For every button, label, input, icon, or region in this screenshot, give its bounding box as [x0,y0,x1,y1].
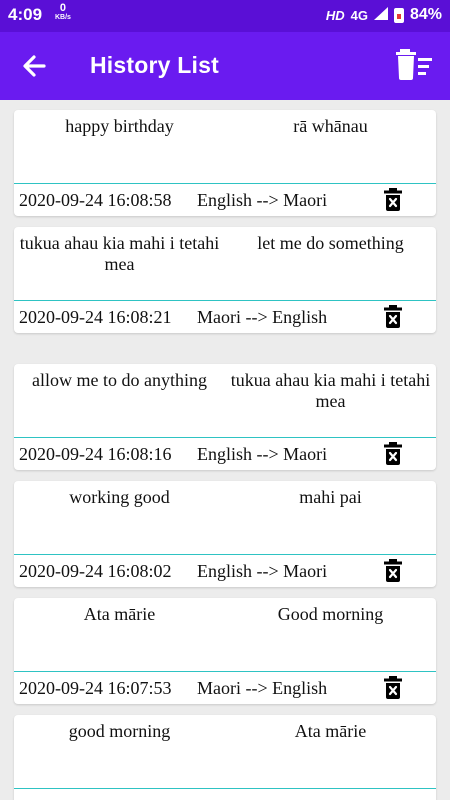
history-item-meta: 2020-09-24 16:07:53 Maori --> English [14,672,436,704]
history-item-meta: 2020-09-24 16:08:21 Maori --> English [14,301,436,333]
page-title: History List [90,52,219,78]
translated-text: mahi pai [299,487,362,507]
history-item-texts: allow me to do anything tukua ahau kia m… [14,364,436,437]
signal-bars-icon [373,7,388,23]
delete-icon [384,559,402,582]
translated-text: Ata mārie [294,721,367,741]
source-text: happy birthday [65,116,174,136]
battery-percentage: 84% [409,6,442,23]
delete-icon [384,676,402,699]
history-item-texts: good morning Ata mārie [14,715,436,788]
divider [14,788,436,789]
arrow-back-icon [23,55,46,77]
status-indicators: HD 4G 84% [326,6,442,24]
delete-icon [384,188,402,211]
signal-indicator: 4G [350,7,368,23]
delete-item-button[interactable] [382,442,404,466]
translated-text: let me do something [257,233,404,253]
history-item-texts: Ata mārie Good morning [14,598,436,671]
source-text: good morning [68,721,171,741]
delete-item-button[interactable] [382,676,404,700]
source-text: Ata mārie [83,604,156,624]
history-item[interactable]: happy birthday rā whānau 2020-09-24 16:0… [14,110,436,216]
history-item[interactable]: working good mahi pai 2020-09-24 16:08:0… [14,481,436,587]
source-text: allow me to do anything [32,370,207,390]
timestamp: 2020-09-24 16:08:02 [19,561,172,581]
history-item-meta: 2020-09-24 16:08:02 English --> Maori [14,555,436,587]
timestamp: 2020-09-24 16:08:21 [19,307,172,327]
app-bar: History List [0,32,450,100]
history-item[interactable]: tukua ahau kia mahi i tetahi mea let me … [14,227,436,333]
history-item-meta: 2020-09-24 16:08:58 English --> Maori [14,184,436,216]
source-text: tukua ahau kia mahi i tetahi mea [19,233,220,274]
history-list[interactable]: happy birthday rā whānau 2020-09-24 16:0… [0,100,450,800]
hd-indicator: HD [325,7,345,23]
history-item-texts: working good mahi pai [14,481,436,554]
translation-direction: English --> Maori [197,561,328,581]
translation-direction: English --> Maori [197,444,328,464]
translated-text: rā whānau [293,116,368,136]
history-item-meta: 2020-09-24 16:08:16 English --> Maori [14,438,436,470]
translation-direction: English --> Maori [197,190,328,210]
delete-icon [384,442,402,465]
history-item[interactable]: allow me to do anything tukua ahau kia m… [14,364,436,470]
delete-item-button[interactable] [382,305,404,329]
translation-direction: Maori --> English [197,307,328,327]
battery-icon [393,7,404,23]
delete-icon [384,305,402,328]
history-item-texts: tukua ahau kia mahi i tetahi mea let me … [14,227,436,300]
network-speed-unit: KB/s [55,14,71,21]
clear-history-button[interactable] [396,46,436,84]
history-item[interactable]: good morning Ata mārie [14,715,436,800]
translated-text: Good morning [277,604,384,624]
translated-text: tukua ahau kia mahi i tetahi mea [230,370,431,411]
timestamp: 2020-09-24 16:07:53 [19,678,172,698]
translation-direction: Maori --> English [197,678,328,698]
network-speed: 0 KB/s [55,3,71,23]
source-text: working good [69,487,170,507]
delete-item-button[interactable] [382,188,404,212]
timestamp: 2020-09-24 16:08:58 [19,190,172,210]
delete-sweep-icon [396,49,432,80]
back-button[interactable] [18,50,52,82]
history-item[interactable]: Ata mārie Good morning 2020-09-24 16:07:… [14,598,436,704]
status-time: 4:09 [8,5,43,24]
status-bar: 4:09 0 KB/s HD 4G 84% [0,0,450,32]
history-item-texts: happy birthday rā whānau [14,110,436,183]
timestamp: 2020-09-24 16:08:16 [19,444,172,464]
delete-item-button[interactable] [382,559,404,583]
